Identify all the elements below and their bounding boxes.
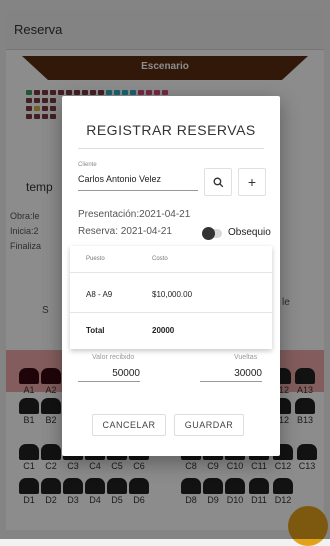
client-label: Cliente <box>78 162 97 168</box>
plus-icon: + <box>247 174 257 190</box>
valor-recibido-field[interactable]: 50000 <box>78 368 140 382</box>
total-label: Total <box>86 326 105 335</box>
column-header-costo: Costo <box>152 256 168 262</box>
column-header-puesto: Puesto <box>86 256 105 262</box>
valor-recibido-label: Valor recibido <box>92 354 135 361</box>
save-button[interactable]: GUARDAR <box>174 414 244 436</box>
obsequio-label: Obsequio <box>228 227 271 238</box>
seats-table: Puesto Costo A8 - A9 $10,000.00 Total 20… <box>70 246 272 349</box>
dialog-divider <box>78 148 264 149</box>
table-cell-puesto: A8 - A9 <box>86 290 113 299</box>
obsequio-toggle[interactable] <box>202 227 222 240</box>
client-field[interactable]: Carlos Antonio Velez <box>78 174 198 191</box>
toggle-knob <box>202 227 215 240</box>
presentation-date: Presentación:2021-04-21 <box>78 209 191 220</box>
table-divider <box>70 272 272 273</box>
table-cell-costo: $10,000.00 <box>152 290 193 299</box>
add-client-button[interactable]: + <box>238 168 266 196</box>
search-icon <box>212 176 223 187</box>
table-divider <box>70 312 272 313</box>
search-client-button[interactable] <box>204 168 232 196</box>
reservation-date: Reserva: 2021-04-21 <box>78 226 172 237</box>
register-reservation-dialog: REGISTRAR RESERVAS Cliente Carlos Antoni… <box>62 96 280 456</box>
dialog-title: REGISTRAR RESERVAS <box>86 122 256 138</box>
vueltas-label: Vueltas <box>234 354 258 361</box>
cancel-button[interactable]: CANCELAR <box>92 414 166 436</box>
vueltas-field[interactable]: 30000 <box>200 368 262 382</box>
total-value: 20000 <box>152 326 175 335</box>
